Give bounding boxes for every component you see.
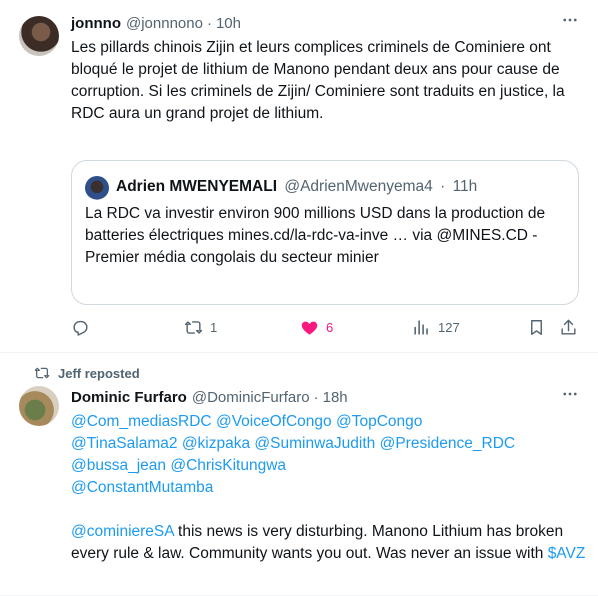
action-bar: 1 6 127 [71, 318, 581, 340]
mention-link[interactable]: @Presidence_RDC [380, 435, 515, 452]
bookmark-button[interactable] [527, 318, 546, 337]
tweet-text: @Com_mediasRDC @VoiceOfCongo @TopCongo @… [71, 411, 586, 565]
mention-link[interactable]: @bussa_jean [71, 457, 166, 474]
mention-link[interactable]: @ConstantMutamba [71, 479, 213, 496]
bookmark-icon [531, 320, 542, 335]
mention-link[interactable]: @Com_mediasRDC [71, 413, 212, 430]
retweet-count: 1 [210, 320, 218, 335]
timestamp: 11h [452, 178, 478, 195]
author-handle[interactable]: @DominicFurfaro [192, 389, 310, 406]
author-name[interactable]: Dominic Furfaro [71, 389, 187, 406]
share-icon [561, 319, 576, 335]
more-icon[interactable] [561, 11, 579, 34]
separator-dot: · [313, 389, 319, 406]
author-handle[interactable]: @jonnnono [126, 15, 203, 32]
view-count: 127 [438, 320, 460, 335]
share-button[interactable] [559, 318, 578, 337]
avatar[interactable] [19, 386, 59, 426]
avatar[interactable] [85, 176, 109, 200]
author-name: Adrien MWENYEMALI [116, 178, 278, 195]
cashtag-link[interactable]: $AVZ [548, 545, 586, 562]
tweet-paragraph: @cominiereSA this news is very disturbin… [71, 521, 586, 565]
tweet[interactable]: Jeff reposted Dominic Furfaro @DominicFu… [0, 353, 598, 596]
separator-dot: · [206, 15, 212, 32]
reply-button[interactable] [71, 318, 97, 337]
author-handle: @AdrienMwenyema4 [284, 178, 433, 195]
quoted-tweet-header: Adrien MWENYEMALI @AdrienMwenyema4 · 11h [116, 178, 477, 196]
tweet-header: Dominic Furfaro @DominicFurfaro · 18h [71, 389, 348, 406]
timestamp[interactable]: 18h [323, 389, 348, 406]
mention-link[interactable]: @kizpaka [182, 435, 250, 452]
mention-link[interactable]: @VoiceOfCongo [216, 413, 332, 430]
retweet-button[interactable]: 1 [184, 318, 217, 337]
author-name[interactable]: jonnno [71, 15, 121, 32]
quoted-tweet-text: La RDC va investir environ 900 millions … [85, 205, 546, 266]
views-button[interactable]: 127 [412, 318, 460, 337]
mention-link[interactable]: @TinaSalama2 [71, 435, 178, 452]
like-button[interactable]: 6 [300, 318, 333, 337]
retweet-icon [184, 321, 203, 334]
tweet[interactable]: jonnno @jonnnono · 10h Les pillards chin… [0, 0, 598, 353]
mention-link[interactable]: @cominiereSA [71, 523, 174, 540]
repost-indicator: Jeff reposted [34, 365, 140, 381]
tweet-header: jonnno @jonnnono · 10h [71, 15, 241, 32]
avatar[interactable] [19, 16, 59, 56]
separator-dot: · [440, 178, 446, 195]
mentions: @Com_mediasRDC @VoiceOfCongo @TopCongo @… [71, 411, 586, 499]
reposted-by[interactable]: Jeff reposted [58, 366, 140, 381]
tweet-text: Les pillards chinois Zijin et leurs comp… [71, 39, 565, 122]
heart-icon [301, 321, 318, 335]
views-icon [414, 320, 428, 335]
mention-link[interactable]: @ChrisKitungwa [170, 457, 286, 474]
quoted-tweet[interactable]: Adrien MWENYEMALI @AdrienMwenyema4 · 11h… [71, 160, 579, 305]
mention-link[interactable]: @TopCongo [336, 413, 422, 430]
reply-icon [73, 320, 88, 336]
mention-link[interactable]: @SuminwaJudith [254, 435, 375, 452]
timestamp[interactable]: 10h [216, 15, 241, 32]
like-count: 6 [326, 320, 334, 335]
retweet-icon [34, 367, 50, 379]
more-icon[interactable] [561, 385, 579, 408]
